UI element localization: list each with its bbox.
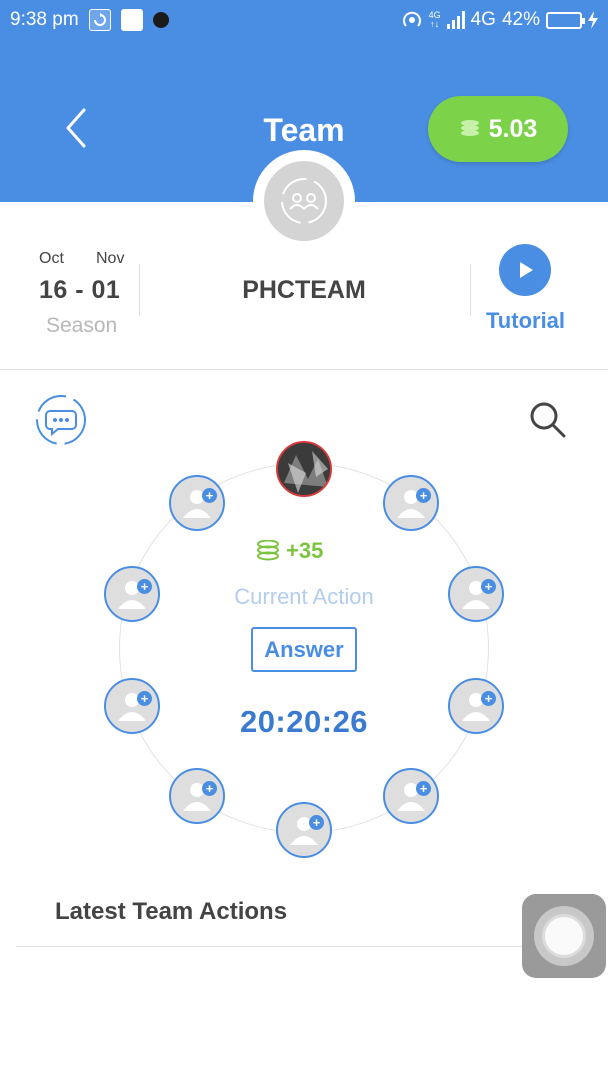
empty-member-slot[interactable]: + — [276, 802, 332, 858]
battery-percent: 42% — [501, 9, 540, 30]
coin-stack-icon — [257, 540, 279, 561]
play-icon — [520, 262, 533, 278]
empty-member-slot[interactable]: + — [383, 475, 439, 531]
balance-badge[interactable]: 5.03 — [428, 96, 568, 162]
status-time: 9:38 pm — [10, 9, 79, 30]
team-chat-button[interactable] — [34, 393, 88, 447]
latest-actions-heading: Latest Team Actions — [55, 898, 288, 925]
divider — [470, 264, 471, 316]
assistive-touch-button[interactable] — [522, 894, 606, 978]
tutorial-play-button[interactable] — [499, 244, 551, 296]
plus-icon: + — [309, 815, 324, 830]
empty-member-slot[interactable]: + — [169, 768, 225, 824]
balance-value: 5.03 — [488, 114, 538, 143]
season-end-month: Nov — [96, 250, 125, 267]
season-info-row: Oct Nov 16 - 01 Season PHCTEAM Tutorial — [0, 202, 608, 370]
plus-icon: + — [416, 488, 431, 503]
plus-icon: + — [202, 781, 217, 796]
status-bar: 9:38 pm 4G ↑↓ 4G 42% — [0, 0, 608, 40]
tutorial-link[interactable]: Tutorial — [486, 308, 565, 334]
countdown-timer: 20:20:26 — [239, 704, 369, 739]
empty-member-slot[interactable]: + — [383, 768, 439, 824]
divider — [16, 946, 576, 947]
network-type-small: 4G ↑↓ — [428, 10, 441, 29]
hotspot-icon — [402, 11, 421, 27]
terminal-icon — [152, 12, 169, 28]
search-button[interactable] — [528, 400, 568, 440]
current-action-label: Current Action — [234, 584, 374, 609]
plus-icon: + — [202, 488, 217, 503]
charging-icon — [588, 11, 598, 29]
empty-member-slot[interactable]: + — [169, 475, 225, 531]
season-start-month: Oct — [39, 250, 64, 267]
action-reward: +35 — [256, 538, 323, 564]
battery-icon — [546, 11, 585, 29]
reward-value: +35 — [286, 538, 324, 563]
season-label: Season — [46, 314, 118, 337]
coin-stack-icon — [460, 120, 479, 136]
sync-icon — [88, 9, 111, 31]
signal-icon — [446, 11, 465, 29]
current-member-avatar[interactable] — [276, 441, 332, 497]
notification-icon — [120, 9, 143, 31]
search-icon — [530, 402, 566, 438]
plus-icon: + — [416, 781, 431, 796]
chat-icon — [36, 395, 86, 445]
network-type: 4G — [470, 9, 496, 30]
answer-button[interactable]: Answer — [251, 627, 357, 672]
